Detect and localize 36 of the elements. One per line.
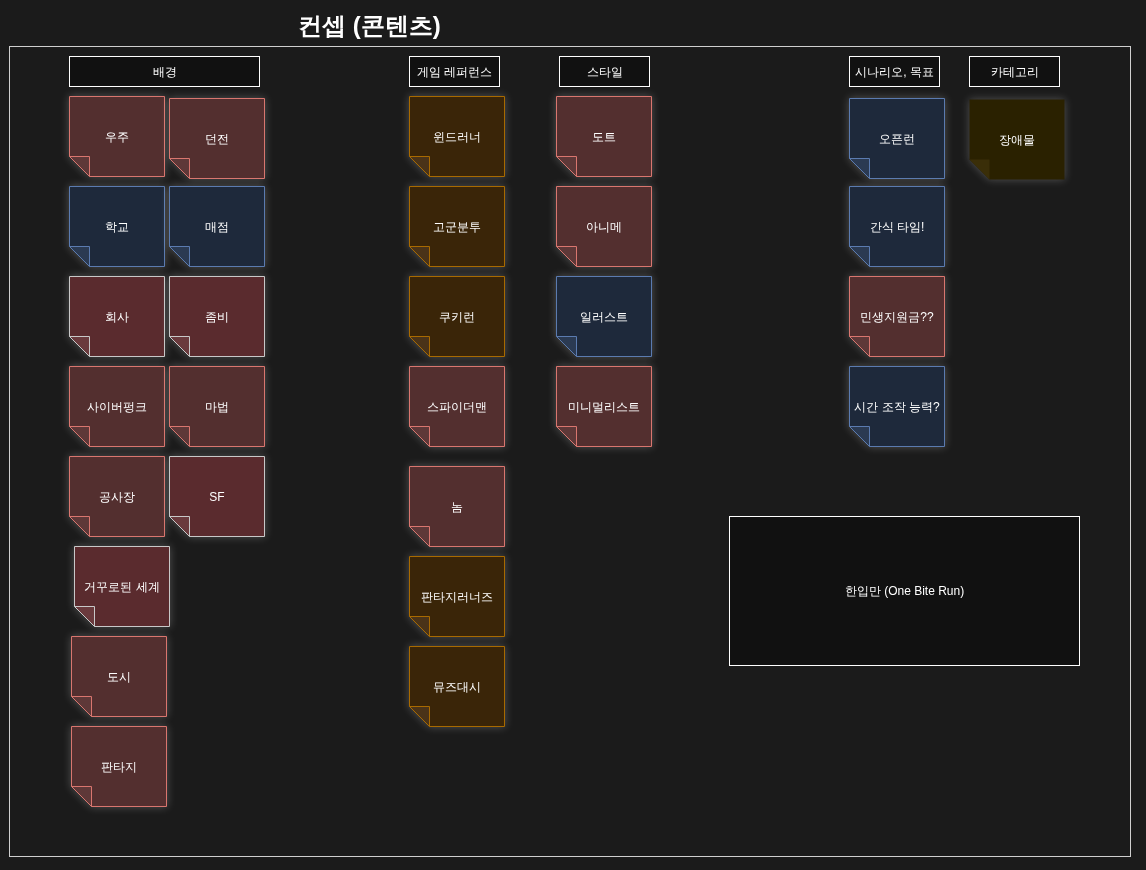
sticky-note: 사이버펑크 [69,366,165,447]
sticky-note: SF [169,456,265,537]
sticky-note: 매점 [169,186,265,267]
sticky-note: 윈드러너 [409,96,505,177]
sticky-note: 일러스트 [556,276,652,357]
sticky-note: 회사 [69,276,165,357]
sticky-note: 간식 타임! [849,186,945,267]
sticky-note: 도시 [71,636,167,717]
sticky-note: 판타지러너즈 [409,556,505,637]
sticky-note: 도트 [556,96,652,177]
sticky-note: 학교 [69,186,165,267]
section-header: 카테고리 [969,56,1060,87]
section-header: 게임 레퍼런스 [409,56,500,87]
sticky-note: 아니메 [556,186,652,267]
sticky-note: 민생지원금?? [849,276,945,357]
sticky-note: 마법 [169,366,265,447]
sticky-note: 좀비 [169,276,265,357]
sticky-note: 던전 [169,98,265,179]
section-header: 시나리오, 목표 [849,56,940,87]
concept-box: 한입만 (One Bite Run) [729,516,1080,666]
section-header: 배경 [69,56,260,87]
sticky-note: 장애물 [969,99,1065,180]
sticky-note: 쿠키런 [409,276,505,357]
sticky-note: 놈 [409,466,505,547]
section-header: 스타일 [559,56,650,87]
sticky-note: 미니멀리스트 [556,366,652,447]
sticky-note: 우주 [69,96,165,177]
sticky-note: 고군분투 [409,186,505,267]
sticky-note: 스파이더맨 [409,366,505,447]
sticky-note: 거꾸로된 세계 [74,546,170,627]
sticky-note: 오픈런 [849,98,945,179]
board-title: 컨셉 (콘텐츠) [298,11,441,41]
sticky-note: 시간 조작 능력? [849,366,945,447]
sticky-note: 판타지 [71,726,167,807]
sticky-note: 뮤즈대시 [409,646,505,727]
sticky-note: 공사장 [69,456,165,537]
